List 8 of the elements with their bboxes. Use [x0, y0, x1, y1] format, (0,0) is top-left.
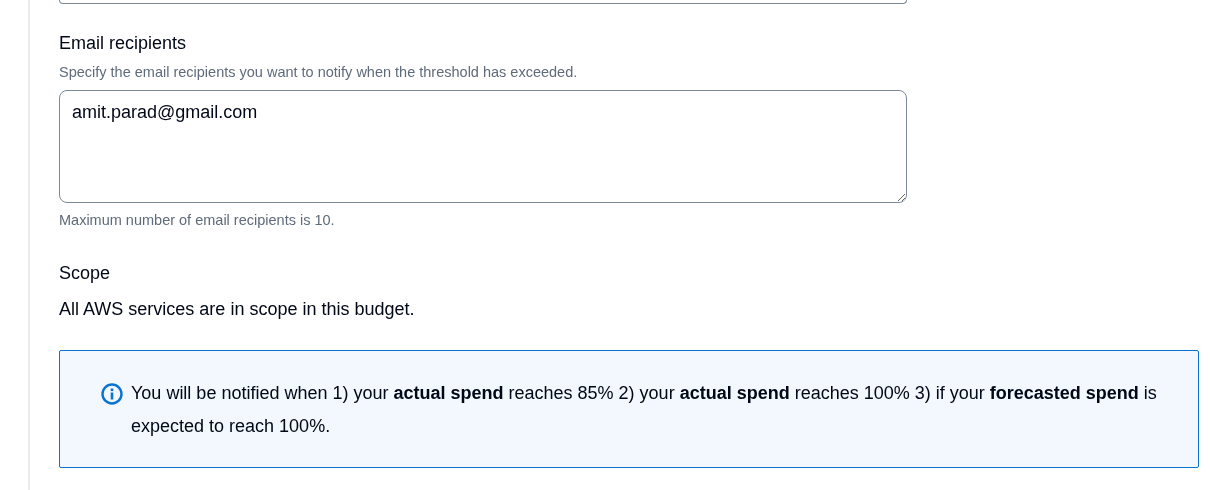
email-field[interactable]: amit.parad@gmail.com	[59, 90, 907, 203]
field-label: Scope	[59, 262, 112, 285]
scope-text: All AWS services are in scope in this budget.	[59, 298, 416, 321]
field-label: Email recipients	[59, 32, 188, 55]
field-description: Specify the email recipients you want to notify when the threshold has exceeded.	[59, 63, 579, 82]
field-constraint: Maximum number of email recipients is 10.	[59, 211, 336, 230]
alert-message: You will be notified when 1) your actual spend reaches 85% 2) your actual spend reaches 100% 3) if your forecasted spend is expected to reach 100%.	[131, 382, 1158, 438]
info-icon	[101, 383, 123, 405]
